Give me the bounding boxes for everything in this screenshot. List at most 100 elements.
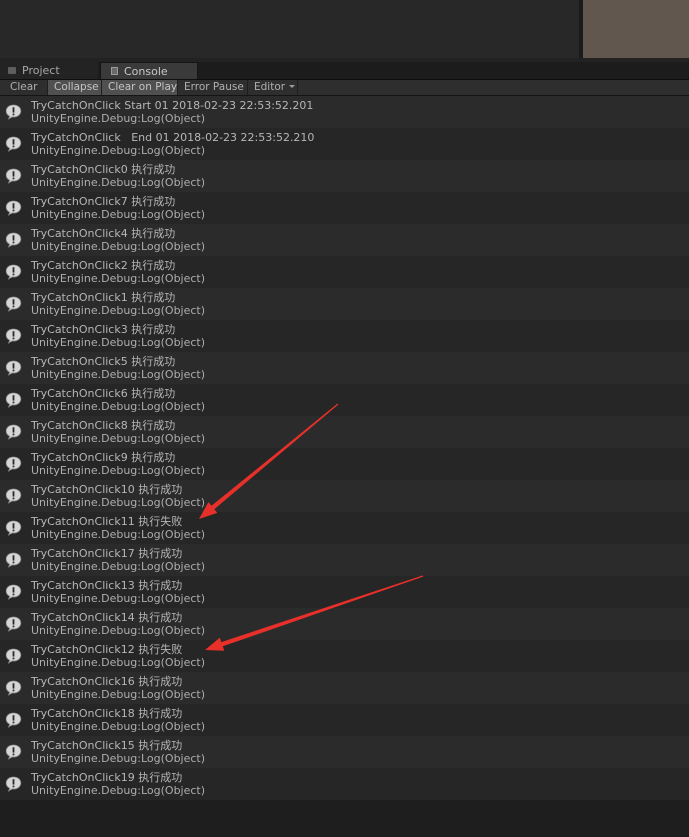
info-message-icon: [5, 200, 22, 216]
log-entry[interactable]: TryCatchOnClick13 执行成功 UnityEngine.Debug:…: [0, 576, 689, 608]
info-message-icon: [5, 584, 22, 600]
log-stack-trace: UnityEngine.Debug:Log(Object): [31, 272, 206, 285]
collapse-toggle[interactable]: Collapse: [48, 80, 102, 95]
log-stack-trace: UnityEngine.Debug:Log(Object): [31, 432, 206, 445]
log-stack-trace: UnityEngine.Debug:Log(Object): [31, 688, 206, 701]
log-entry[interactable]: TryCatchOnClick7 执行成功 UnityEngine.Debug:L…: [0, 192, 689, 224]
log-message: TryCatchOnClick3 执行成功: [31, 323, 176, 336]
log-stack-trace: UnityEngine.Debug:Log(Object): [31, 336, 206, 349]
log-entry[interactable]: TryCatchOnClick17 执行成功 UnityEngine.Debug:…: [0, 544, 689, 576]
console-toolbar: Clear Collapse Clear on Play Error Pause…: [0, 80, 689, 96]
info-message-icon: [5, 328, 22, 344]
info-message-icon: [5, 136, 22, 152]
info-message-icon: [5, 680, 22, 696]
log-message: TryCatchOnClick18 执行成功: [31, 707, 183, 720]
info-message-icon: [5, 712, 22, 728]
info-message-icon: [5, 392, 22, 408]
log-entry[interactable]: TryCatchOnClick9 执行成功 UnityEngine.Debug:L…: [0, 448, 689, 480]
log-entry[interactable]: TryCatchOnClick5 执行成功 UnityEngine.Debug:L…: [0, 352, 689, 384]
log-stack-trace: UnityEngine.Debug:Log(Object): [31, 720, 206, 733]
info-message-icon: [5, 232, 22, 248]
info-message-icon: [5, 616, 22, 632]
log-entry[interactable]: TryCatchOnClick18 执行成功 UnityEngine.Debug:…: [0, 704, 689, 736]
log-message: TryCatchOnClick16 执行成功: [31, 675, 183, 688]
log-message: TryCatchOnClick6 执行成功: [31, 387, 176, 400]
log-entry[interactable]: TryCatchOnClick1 执行成功 UnityEngine.Debug:L…: [0, 288, 689, 320]
info-message-icon: [5, 104, 22, 120]
clear-button[interactable]: Clear: [4, 80, 48, 95]
editor-dropdown[interactable]: Editor: [248, 80, 298, 95]
log-entry[interactable]: TryCatchOnClick10 执行成功 UnityEngine.Debug:…: [0, 480, 689, 512]
log-stack-trace: UnityEngine.Debug:Log(Object): [31, 400, 206, 413]
preview-panel: [583, 0, 689, 58]
log-stack-trace: UnityEngine.Debug:Log(Object): [31, 656, 206, 669]
log-stack-trace: UnityEngine.Debug:Log(Object): [31, 784, 206, 797]
info-message-icon: [5, 520, 22, 536]
info-message-icon: [5, 264, 22, 280]
log-message: TryCatchOnClick4 执行成功: [31, 227, 176, 240]
log-stack-trace: UnityEngine.Debug:Log(Object): [31, 240, 206, 253]
log-entry[interactable]: TryCatchOnClick2 执行成功 UnityEngine.Debug:L…: [0, 256, 689, 288]
log-entry[interactable]: TryCatchOnClick Start 01 2018-02-23 22:5…: [0, 96, 689, 128]
log-message: TryCatchOnClick10 执行成功: [31, 483, 183, 496]
info-message-icon: [5, 168, 22, 184]
log-stack-trace: UnityEngine.Debug:Log(Object): [31, 304, 206, 317]
log-message: TryCatchOnClick End 01 2018-02-23 22:53:…: [31, 131, 315, 144]
log-message: TryCatchOnClick13 执行成功: [31, 579, 183, 592]
log-entry[interactable]: TryCatchOnClick3 执行成功 UnityEngine.Debug:L…: [0, 320, 689, 352]
log-message: TryCatchOnClick8 执行成功: [31, 419, 176, 432]
tab-console-label: Console: [124, 65, 168, 78]
log-entry[interactable]: TryCatchOnClick16 执行成功 UnityEngine.Debug:…: [0, 672, 689, 704]
log-message: TryCatchOnClick0 执行成功: [31, 163, 176, 176]
log-entry[interactable]: TryCatchOnClick8 执行成功 UnityEngine.Debug:L…: [0, 416, 689, 448]
log-stack-trace: UnityEngine.Debug:Log(Object): [31, 592, 206, 605]
log-stack-trace: UnityEngine.Debug:Log(Object): [31, 208, 206, 221]
log-entry[interactable]: TryCatchOnClick19 执行成功 UnityEngine.Debug:…: [0, 768, 689, 800]
log-entry[interactable]: TryCatchOnClick6 执行成功 UnityEngine.Debug:L…: [0, 384, 689, 416]
log-stack-trace: UnityEngine.Debug:Log(Object): [31, 752, 206, 765]
log-message: TryCatchOnClick17 执行成功: [31, 547, 183, 560]
folder-icon: [8, 67, 16, 74]
log-entry[interactable]: TryCatchOnClick End 01 2018-02-23 22:53:…: [0, 128, 689, 160]
console-icon: [111, 67, 118, 75]
log-entry[interactable]: TryCatchOnClick4 执行成功 UnityEngine.Debug:L…: [0, 224, 689, 256]
log-message: TryCatchOnClick9 执行成功: [31, 451, 176, 464]
tab-bar: Project Console: [0, 62, 689, 80]
log-stack-trace: UnityEngine.Debug:Log(Object): [31, 464, 206, 477]
editor-dropdown-label: Editor: [254, 81, 286, 93]
clear-on-play-toggle[interactable]: Clear on Play: [102, 80, 178, 95]
log-message: TryCatchOnClick12 执行失败: [31, 643, 183, 656]
info-message-icon: [5, 488, 22, 504]
info-message-icon: [5, 744, 22, 760]
chevron-down-icon: [289, 85, 296, 88]
log-stack-trace: UnityEngine.Debug:Log(Object): [31, 176, 206, 189]
log-message: TryCatchOnClick11 执行失败: [31, 515, 183, 528]
log-stack-trace: UnityEngine.Debug:Log(Object): [31, 496, 206, 509]
info-message-icon: [5, 648, 22, 664]
console-log-list: TryCatchOnClick Start 01 2018-02-23 22:5…: [0, 96, 689, 801]
log-stack-trace: UnityEngine.Debug:Log(Object): [31, 368, 206, 381]
log-stack-trace: UnityEngine.Debug:Log(Object): [31, 624, 206, 637]
log-message: TryCatchOnClick2 执行成功: [31, 259, 176, 272]
info-message-icon: [5, 552, 22, 568]
info-message-icon: [5, 424, 22, 440]
log-stack-trace: UnityEngine.Debug:Log(Object): [31, 528, 206, 541]
error-pause-toggle[interactable]: Error Pause: [178, 80, 248, 95]
log-message: TryCatchOnClick14 执行成功: [31, 611, 183, 624]
log-entry[interactable]: TryCatchOnClick14 执行成功 UnityEngine.Debug:…: [0, 608, 689, 640]
log-message: TryCatchOnClick19 执行成功: [31, 771, 183, 784]
tab-project[interactable]: Project: [0, 62, 98, 79]
log-message: TryCatchOnClick5 执行成功: [31, 355, 176, 368]
log-entry[interactable]: TryCatchOnClick0 执行成功 UnityEngine.Debug:L…: [0, 160, 689, 192]
log-stack-trace: UnityEngine.Debug:Log(Object): [31, 112, 206, 125]
log-message: TryCatchOnClick Start 01 2018-02-23 22:5…: [31, 99, 314, 112]
log-entry[interactable]: TryCatchOnClick15 执行成功 UnityEngine.Debug:…: [0, 736, 689, 768]
tab-console[interactable]: Console: [100, 62, 198, 79]
log-stack-trace: UnityEngine.Debug:Log(Object): [31, 144, 206, 157]
log-message: TryCatchOnClick15 执行成功: [31, 739, 183, 752]
log-message: TryCatchOnClick7 执行成功: [31, 195, 176, 208]
info-message-icon: [5, 296, 22, 312]
info-message-icon: [5, 360, 22, 376]
log-entry[interactable]: TryCatchOnClick11 执行失败 UnityEngine.Debug:…: [0, 512, 689, 544]
log-entry[interactable]: TryCatchOnClick12 执行失败 UnityEngine.Debug:…: [0, 640, 689, 672]
